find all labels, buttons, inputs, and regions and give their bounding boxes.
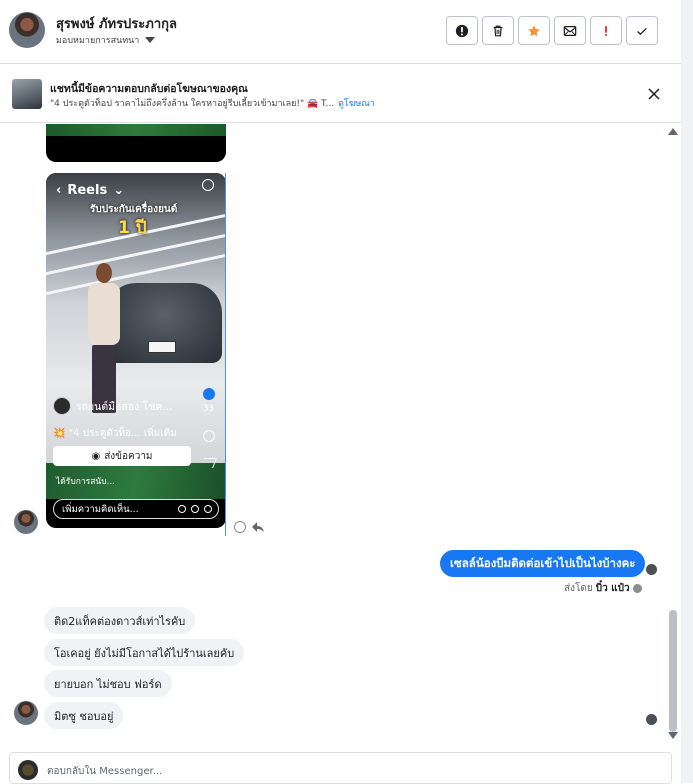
contact-name[interactable]: สุรพงษ์ ภัทรประภากุล	[56, 13, 177, 34]
delete-button[interactable]	[482, 16, 514, 45]
ad-banner-title: แชทนี้มีข้อความตอบกลับต่อโฆษณาของคุณ	[50, 83, 248, 95]
thread-scrollbar-thumb[interactable]	[669, 610, 677, 732]
important-button[interactable]	[590, 16, 622, 45]
action-toolbar	[446, 16, 658, 45]
incoming-message[interactable]: ติด2แท็คต่องดาวส์เท่าไรคับ	[44, 607, 196, 634]
seen-avatar	[646, 714, 657, 725]
react-emoji-icon[interactable]	[234, 521, 246, 533]
reply-composer[interactable]: ตอบกลับใน Messenger...	[9, 752, 672, 784]
exclamation-icon	[605, 25, 607, 36]
ad-reply-banner: แชทนี้มีข้อความตอบกลับต่อโฆษณาของคุณ "4 …	[0, 65, 681, 123]
close-icon[interactable]	[646, 86, 662, 102]
seen-avatar	[646, 564, 657, 575]
assign-conversation-dropdown[interactable]: มอบหมายการสนทนา	[56, 33, 156, 47]
done-button[interactable]	[626, 16, 658, 45]
sponsored-label: ได้รับการสนับ...	[56, 477, 115, 487]
mark-unread-button[interactable]	[554, 16, 586, 45]
reels-header: ‹ Reels ⌄	[56, 183, 124, 198]
star-icon	[528, 24, 540, 36]
mention-icon	[178, 505, 186, 513]
message-actions	[234, 521, 264, 533]
conversation-header: สุรพงษ์ ภัทรประภากุล มอบหมายการสนทนา	[0, 0, 681, 64]
emoji-icon	[191, 505, 199, 513]
page-avatar	[53, 397, 71, 415]
check-icon	[637, 27, 647, 35]
search-icon[interactable]	[202, 179, 214, 191]
presenter-image	[84, 263, 124, 413]
ad-banner-subtitle: "4 ประตูตัวท็อป ราคาไม่ถึงครึ่งล้าน ใครห…	[50, 96, 375, 110]
share-icon[interactable]	[200, 458, 217, 468]
assign-label: มอบหมายการสนทนา	[56, 36, 140, 46]
send-message-label: ส่งข้อความ	[104, 450, 153, 462]
like-count: 33	[203, 404, 214, 414]
composer-placeholder: ตอบกลับใน Messenger...	[47, 766, 163, 777]
contact-avatar[interactable]	[9, 12, 45, 48]
back-arrow-icon[interactable]: ‹	[56, 183, 61, 198]
reel-divider	[225, 173, 226, 536]
chevron-down-icon[interactable]: ⌄	[113, 183, 124, 198]
reel-actions: 33	[200, 388, 217, 468]
sent-by-name: บิ๋ว แป๋ว	[595, 583, 630, 594]
messenger-icon: ◉	[91, 450, 101, 462]
chevron-down-icon	[145, 37, 156, 43]
incoming-message[interactable]: ยายบอก ไม่ชอบ ฟอร์ด	[44, 670, 172, 697]
ad-thumbnail[interactable]	[12, 79, 42, 109]
reel-overlay-number: 1 ปี	[118, 218, 147, 238]
reel-ad-card[interactable]: ‹ Reels ⌄ รับประกันเครื่องยนต์ 1 ปี 33 ร…	[46, 173, 226, 528]
trash-icon	[493, 25, 503, 36]
info-icon[interactable]	[632, 584, 642, 593]
window-scrollbar[interactable]	[681, 0, 693, 783]
page-name: รถยนต์มือสอง โชค...	[76, 400, 173, 413]
page-avatar	[18, 760, 38, 780]
reel-comment-input[interactable]: เพิ่มความคิดเห็น...	[53, 499, 219, 519]
incoming-message[interactable]: มิตซู ชอบอยู่	[44, 702, 124, 729]
reply-icon[interactable]	[252, 522, 264, 532]
previous-reel-card[interactable]	[46, 124, 226, 162]
contact-avatar-small[interactable]	[14, 510, 38, 534]
scroll-up-icon[interactable]	[668, 128, 678, 135]
send-message-button[interactable]: ◉ ส่งข้อความ	[53, 446, 191, 466]
alert-circle-icon	[455, 24, 469, 37]
star-button[interactable]	[518, 16, 550, 45]
outgoing-message[interactable]: เซลล์น้องบีมติดต่อเข้าไปเป็นไงบ้างคะ	[440, 550, 646, 577]
reel-page-row[interactable]: รถยนต์มือสอง โชค...	[53, 397, 172, 415]
gif-icon	[204, 505, 212, 513]
sent-by-label: ส่งโดย บิ๋ว แป๋ว	[564, 581, 642, 596]
comment-placeholder: เพิ่มความคิดเห็น...	[62, 503, 139, 515]
reels-title: Reels	[67, 183, 108, 198]
view-ad-link[interactable]: ดูโฆษณา	[338, 96, 375, 110]
spam-alert-button[interactable]	[446, 16, 478, 45]
contact-avatar-small[interactable]	[14, 701, 38, 725]
reel-caption[interactable]: 💥 "4 ประตูตัวท็อ... เพิ่มเติม	[53, 426, 177, 441]
sent-by-prefix: ส่งโดย	[564, 583, 593, 594]
like-icon[interactable]	[202, 388, 215, 400]
incoming-message[interactable]: โอเคอยู่ ยังไม่มีโอกาสได้ไปร้านเลยคับ	[44, 639, 245, 666]
scroll-down-icon[interactable]	[668, 732, 678, 739]
envelope-icon	[563, 25, 577, 36]
comment-icon[interactable]	[202, 430, 215, 442]
ad-banner-text: "4 ประตูตัวท็อป ราคาไม่ถึงครึ่งล้าน ใครห…	[50, 99, 335, 109]
